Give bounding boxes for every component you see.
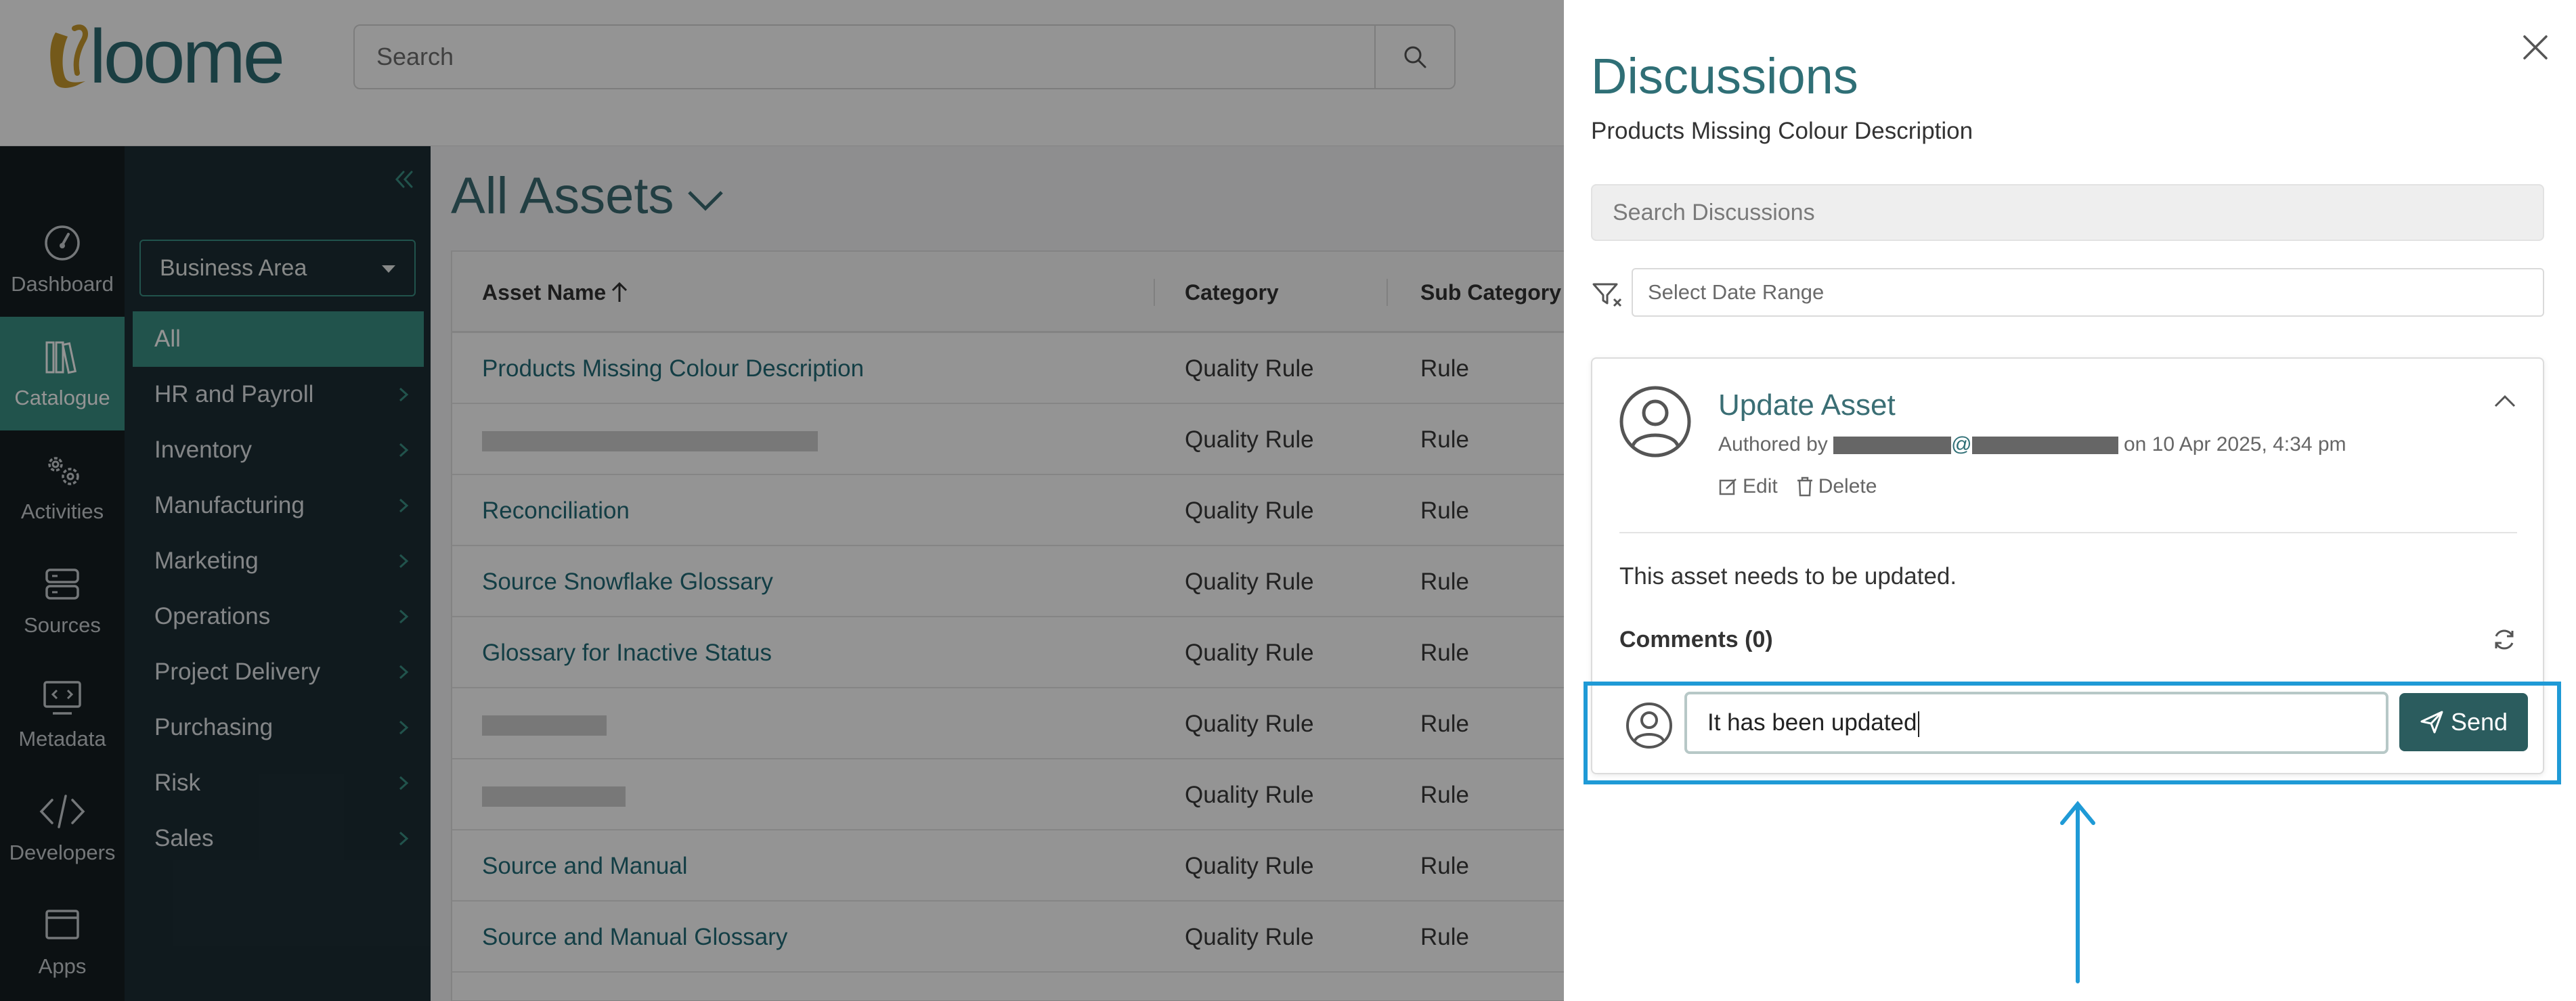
user-avatar-icon bbox=[1626, 703, 1672, 749]
discussion-author: Authored by @ on 10 Apr 2025, 4:34 pm bbox=[1718, 433, 2346, 456]
arrow-up-icon bbox=[2060, 801, 2095, 983]
discussion-card: Update Asset Authored by @ on 10 Apr 202… bbox=[1591, 357, 2544, 774]
close-icon[interactable] bbox=[2520, 32, 2550, 62]
date-range-input[interactable]: Select Date Range bbox=[1632, 268, 2544, 317]
paper-plane-icon bbox=[2420, 711, 2443, 734]
chevron-up-icon[interactable] bbox=[2493, 393, 2517, 409]
discussion-body: This asset needs to be updated. bbox=[1619, 563, 1957, 590]
comment-input-value: It has been updated bbox=[1707, 694, 1919, 751]
search-discussions-placeholder: Search Discussions bbox=[1613, 200, 1815, 225]
edit-button[interactable]: Edit bbox=[1718, 475, 1778, 498]
trash-icon bbox=[1797, 476, 1812, 497]
drawer-asset-name: Products Missing Colour Description bbox=[1591, 118, 1973, 144]
redacted-email-domain bbox=[1971, 437, 2118, 455]
refresh-icon[interactable] bbox=[2491, 627, 2517, 652]
divider bbox=[1619, 532, 2517, 533]
authored-prefix: Authored by bbox=[1718, 433, 1828, 455]
user-avatar-icon bbox=[1619, 386, 1691, 458]
comments-count: Comments (0) bbox=[1619, 627, 1773, 652]
drawer-title: Discussions bbox=[1591, 48, 1858, 104]
delete-label: Delete bbox=[1818, 475, 1877, 497]
delete-button[interactable]: Delete bbox=[1795, 475, 1877, 498]
search-discussions-input[interactable]: Search Discussions bbox=[1591, 184, 2544, 241]
discussion-title: Update Asset bbox=[1718, 388, 1896, 422]
comment-reply-row: It has been updated Send bbox=[1596, 684, 2539, 765]
modal-backdrop[interactable] bbox=[0, 0, 1564, 1001]
send-label: Send bbox=[2450, 708, 2508, 736]
authored-date: on 10 Apr 2025, 4:34 pm bbox=[2123, 433, 2346, 455]
redacted-email-user bbox=[1833, 437, 1952, 455]
filter-icon[interactable] bbox=[1591, 280, 1622, 307]
edit-icon bbox=[1719, 479, 1737, 495]
discussion-actions: Edit Delete bbox=[1718, 475, 1877, 498]
email-at: @ bbox=[1951, 433, 1972, 455]
send-button[interactable]: Send bbox=[2399, 693, 2528, 751]
date-range-placeholder: Select Date Range bbox=[1648, 280, 1825, 304]
edit-label: Edit bbox=[1743, 475, 1778, 497]
comment-input[interactable]: It has been updated bbox=[1684, 692, 2388, 754]
